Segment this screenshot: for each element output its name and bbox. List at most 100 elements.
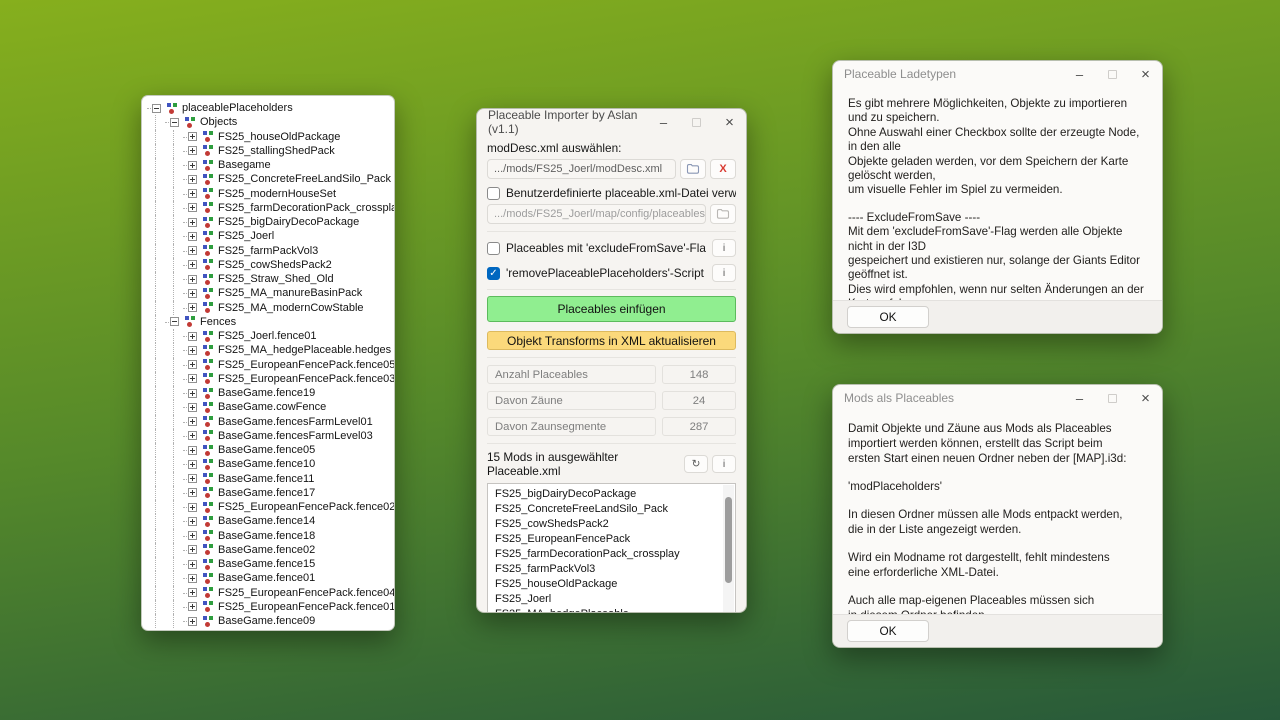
expander-icon[interactable] [170,317,179,326]
expander-icon[interactable] [188,602,197,611]
tree-node[interactable]: FS25_modernHouseSet [147,187,390,201]
minimize-button[interactable]: – [1063,385,1096,411]
mod-list-item[interactable]: FS25_Joerl [495,592,721,607]
close-button[interactable]: × [1129,385,1162,411]
expander-icon[interactable] [188,360,197,369]
tree-node[interactable]: FS25_ConcreteFreeLandSilo_Pack [147,172,390,186]
tree-node[interactable]: BaseGame.fence10 [147,457,390,471]
tree-node[interactable]: BaseGame.fence01 [147,571,390,585]
expander-icon[interactable] [188,560,197,569]
tree-node[interactable]: FS25_farmDecorationPack_crossplay [147,201,390,215]
expander-icon[interactable] [188,531,197,540]
expander-icon[interactable] [188,275,197,284]
tree-node[interactable]: FS25_EuropeanFencePack.fence01 [147,600,390,614]
tree-node[interactable]: FS25_EuropeanFencePack.fence03 [147,372,390,386]
expander-icon[interactable] [188,488,197,497]
ok-button[interactable]: OK [847,306,929,328]
expander-icon[interactable] [188,260,197,269]
expander-icon[interactable] [188,446,197,455]
tree-node[interactable]: FS25_EuropeanFencePack.fence04 [147,586,390,600]
tree-node[interactable]: BaseGame.fence14 [147,514,390,528]
mod-list-item[interactable]: FS25_cowShedsPack2 [495,517,721,532]
clear-moddesc-button[interactable]: X [710,159,736,179]
custom-xml-path-field[interactable]: .../mods/FS25_Joerl/map/config/placeable… [487,204,706,224]
tree-node[interactable]: FS25_Joerl [147,229,390,243]
info-exclude-button[interactable]: i [712,239,736,257]
title-bar[interactable]: Mods als Placeables – × [833,385,1162,411]
close-button[interactable]: × [1129,61,1162,87]
exclude-from-save-checkbox[interactable]: ✓ [487,242,500,255]
mod-list-item[interactable]: FS25_bigDairyDecoPackage [495,487,721,502]
expander-icon[interactable] [188,132,197,141]
tree-node[interactable]: BaseGame.fence15 [147,557,390,571]
maximize-button[interactable] [680,109,713,135]
mod-list-item[interactable]: FS25_ConcreteFreeLandSilo_Pack [495,502,721,517]
tree-node[interactable]: FS25_Straw_Shed_Old [147,272,390,286]
tree-node[interactable]: Basegame [147,158,390,172]
tree-node[interactable]: FS25_farmPackVol3 [147,244,390,258]
expander-icon[interactable] [188,417,197,426]
tree-node[interactable]: Objects [147,115,390,129]
scrollbar-thumb[interactable] [725,497,732,583]
ok-button[interactable]: OK [847,620,929,642]
tree-node[interactable]: BaseGame.fence09 [147,614,390,628]
expander-icon[interactable] [188,431,197,440]
mod-list-item[interactable]: FS25_farmDecorationPack_crossplay [495,547,721,562]
mod-list-item[interactable]: FS25_EuropeanFencePack [495,532,721,547]
browse-custom-xml-button[interactable] [710,204,736,224]
tree-node[interactable]: placeablePlaceholders [147,101,390,115]
mod-list-item[interactable]: FS25_houseOldPackage [495,577,721,592]
tree-node[interactable]: BaseGame.fence02 [147,543,390,557]
close-button[interactable]: × [713,109,746,135]
tree-node[interactable]: BaseGame.fence05 [147,443,390,457]
tree-node[interactable]: BaseGame.fence18 [147,529,390,543]
tree-node[interactable]: FS25_EuropeanFencePack.fence05 [147,358,390,372]
tree-node[interactable]: BaseGame.fence19 [147,386,390,400]
tree-node[interactable]: FS25_MA_hedgePlaceable.hedges [147,343,390,357]
tree-node[interactable]: Fences [147,315,390,329]
minimize-button[interactable]: – [647,109,680,135]
insert-placeables-button[interactable]: Placeables einfügen [487,296,736,322]
info-remove-button[interactable]: i [712,264,736,282]
mod-list-item[interactable]: FS25_farmPackVol3 [495,562,721,577]
tree-node[interactable]: BaseGame.cowFence [147,400,390,414]
expander-icon[interactable] [188,403,197,412]
expander-icon[interactable] [188,189,197,198]
expander-icon[interactable] [188,389,197,398]
expander-icon[interactable] [188,460,197,469]
mod-list-item[interactable]: FS25_MA_hedgePlaceable [495,607,721,613]
expander-icon[interactable] [188,146,197,155]
maximize-button[interactable] [1096,385,1129,411]
title-bar[interactable]: Placeable Ladetypen – × [833,61,1162,87]
tree-node[interactable]: FS25_MA_modernCowStable [147,301,390,315]
expander-icon[interactable] [188,588,197,597]
maximize-button[interactable] [1096,61,1129,87]
info-mods-button[interactable]: i [712,455,736,473]
tree-node[interactable]: FS25_bigDairyDecoPackage [147,215,390,229]
tree-node[interactable]: FS25_stallingShedPack [147,144,390,158]
title-bar[interactable]: Placeable Importer by Aslan (v1.1) – × [477,109,746,135]
tree-node[interactable]: FS25_cowShedsPack2 [147,258,390,272]
expander-icon[interactable] [188,517,197,526]
moddesc-path-field[interactable]: .../mods/FS25_Joerl/modDesc.xml [487,159,676,179]
expander-icon[interactable] [188,203,197,212]
expander-icon[interactable] [188,289,197,298]
mods-listbox[interactable]: FS25_bigDairyDecoPackageFS25_ConcreteFre… [487,483,736,613]
scrollbar[interactable] [723,485,734,613]
expander-icon[interactable] [152,104,161,113]
expander-icon[interactable] [188,218,197,227]
tree-node[interactable]: BaseGame.fencesFarmLevel03 [147,429,390,443]
expander-icon[interactable] [188,374,197,383]
expander-icon[interactable] [188,246,197,255]
expander-icon[interactable] [188,232,197,241]
tree-node[interactable]: FS25_EuropeanFencePack.fence02 [147,500,390,514]
expander-icon[interactable] [188,332,197,341]
expander-icon[interactable] [188,474,197,483]
remove-placeholders-checkbox[interactable]: ✓ [487,267,500,280]
refresh-button[interactable]: ↻ [684,455,708,473]
custom-xml-checkbox[interactable]: ✓ [487,187,500,200]
expander-icon[interactable] [188,161,197,170]
minimize-button[interactable]: – [1063,61,1096,87]
expander-icon[interactable] [188,503,197,512]
expander-icon[interactable] [188,617,197,626]
